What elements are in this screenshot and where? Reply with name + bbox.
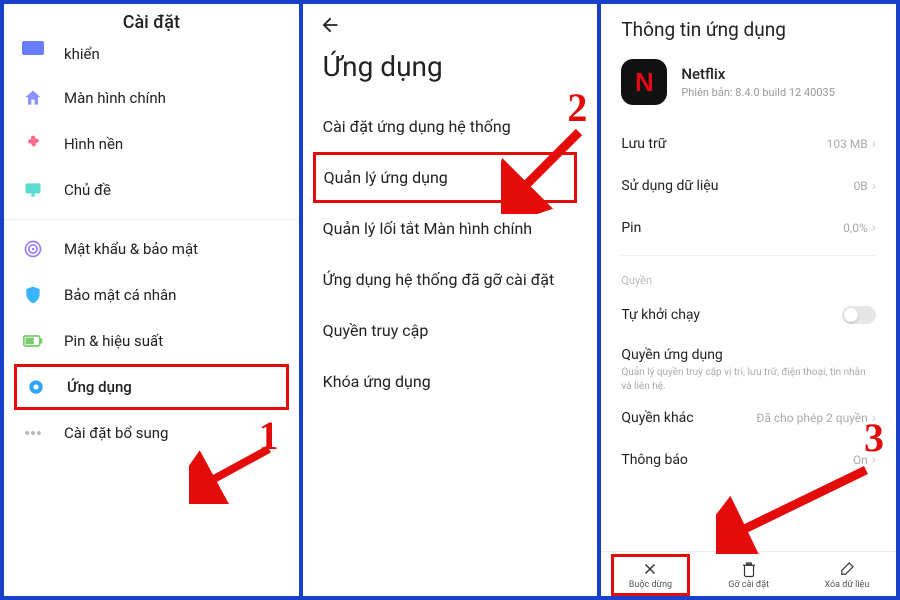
item-label: Bảo mật cá nhân <box>64 286 176 304</box>
row-data-usage[interactable]: Sử dụng dữ liệu 0B› <box>601 165 896 207</box>
settings-item-control[interactable]: khiển <box>4 41 299 75</box>
apps-item-manage-apps[interactable]: Quản lý ứng dụng <box>313 152 578 203</box>
rectangle-icon <box>22 37 44 59</box>
chevron-right-icon: › <box>872 220 876 236</box>
page-title: Ứng dụng <box>303 40 598 101</box>
page-title: Thông tin ứng dụng <box>601 4 896 55</box>
shield-icon <box>22 284 44 306</box>
apps-panel: Ứng dụng Cài đặt ứng dụng hệ thống Quản … <box>303 4 602 596</box>
chevron-right-icon: › <box>872 136 876 152</box>
apps-item-uninstalled[interactable]: Ứng dụng hệ thống đã gỡ cài đặt <box>323 254 578 305</box>
force-stop-button[interactable]: Buộc dừng <box>601 552 699 596</box>
settings-item-security[interactable]: Mật khẩu & bảo mật <box>4 226 299 272</box>
app-header: N Netflix Phiên bản: 8.4.0 build 12 4003… <box>601 55 896 123</box>
row-battery[interactable]: Pin 0,0%› <box>601 207 896 249</box>
divider <box>4 219 299 220</box>
item-label: Mật khẩu & bảo mật <box>64 240 198 258</box>
apps-item-shortcuts[interactable]: Quản lý lối tắt Màn hình chính <box>323 203 578 254</box>
uninstall-button[interactable]: Gỡ cài đặt <box>700 552 798 596</box>
settings-item-additional[interactable]: Cài đặt bổ sung <box>4 410 299 456</box>
chevron-right-icon: › <box>872 178 876 194</box>
trash-icon <box>740 560 758 578</box>
item-label: Cài đặt bổ sung <box>64 424 168 442</box>
item-label: Chủ đề <box>64 181 111 199</box>
row-label: Lưu trữ <box>621 136 666 152</box>
row-label: Thông báo <box>621 452 688 468</box>
eraser-icon <box>838 560 856 578</box>
dots-icon <box>22 422 44 444</box>
netflix-app-icon: N <box>621 59 667 105</box>
fingerprint-icon <box>22 238 44 260</box>
page-title: Cài đặt <box>4 4 299 37</box>
home-icon <box>22 87 44 109</box>
chevron-right-icon: › <box>872 410 876 426</box>
item-label: Pin & hiệu suất <box>64 332 163 350</box>
clear-data-button[interactable]: Xóa dữ liệu <box>798 552 896 596</box>
apps-item-applock[interactable]: Khóa ứng dụng <box>323 356 578 407</box>
app-info-panel: Thông tin ứng dụng N Netflix Phiên bản: … <box>601 4 896 596</box>
row-label: Tự khởi chạy <box>621 307 700 323</box>
settings-item-wallpaper[interactable]: Hình nền <box>4 121 299 167</box>
flower-icon <box>22 133 44 155</box>
chevron-right-icon: › <box>872 452 876 468</box>
section-label: Quyền <box>601 262 896 293</box>
back-button[interactable] <box>303 4 598 40</box>
gear-icon <box>25 376 47 398</box>
divider <box>621 255 876 256</box>
row-label: Quyền khác <box>621 410 693 426</box>
settings-item-theme[interactable]: Chủ đề <box>4 167 299 213</box>
app-version: Phiên bản: 8.4.0 build 12 40035 <box>681 86 835 99</box>
row-notifications[interactable]: Thông báo On› <box>601 439 896 481</box>
item-label: Màn hình chính <box>64 89 166 107</box>
item-label: Hình nền <box>64 135 123 153</box>
toggle-switch[interactable] <box>842 306 876 324</box>
app-name: Netflix <box>681 65 835 83</box>
row-label: Quyền ứng dụng <box>621 347 876 363</box>
close-icon <box>641 560 659 578</box>
brush-icon <box>22 179 44 201</box>
bottom-action-bar: Buộc dừng Gỡ cài đặt Xóa dữ liệu <box>601 551 896 596</box>
battery-icon <box>22 330 44 352</box>
apps-item-system-settings[interactable]: Cài đặt ứng dụng hệ thống <box>323 101 578 152</box>
settings-panel: Cài đặt khiển Màn hình chính Hình nền Ch… <box>4 4 303 596</box>
row-label: Pin <box>621 220 641 236</box>
settings-item-home[interactable]: Màn hình chính <box>4 75 299 121</box>
settings-item-privacy[interactable]: Bảo mật cá nhân <box>4 272 299 318</box>
row-storage[interactable]: Lưu trữ 103 MB› <box>601 123 896 165</box>
settings-item-apps[interactable]: Ứng dụng <box>14 364 289 410</box>
row-app-permissions[interactable]: Quyền ứng dụng Quản lý quyền truy cập vị… <box>601 337 896 397</box>
row-desc: Quản lý quyền truy cập vị trí, lưu trữ, … <box>621 366 876 393</box>
settings-item-battery[interactable]: Pin & hiệu suất <box>4 318 299 364</box>
row-other-permissions[interactable]: Quyền khác Đã cho phép 2 quyền› <box>601 397 896 439</box>
back-arrow-icon <box>319 14 341 36</box>
row-autostart[interactable]: Tự khởi chạy <box>601 293 896 337</box>
row-label: Sử dụng dữ liệu <box>621 178 718 194</box>
apps-item-permissions[interactable]: Quyền truy cập <box>323 305 578 356</box>
item-label: khiển <box>64 45 100 63</box>
item-label: Ứng dụng <box>67 378 132 396</box>
